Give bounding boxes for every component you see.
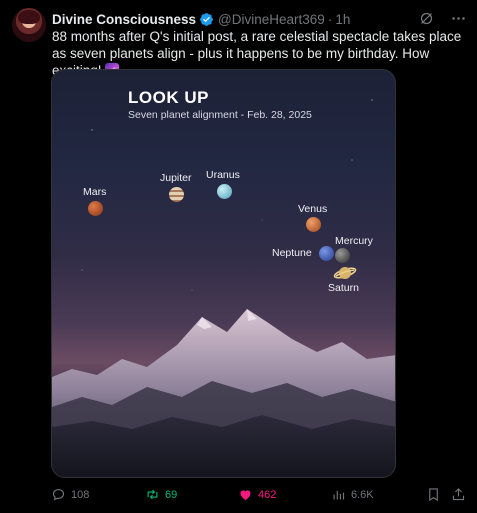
post-time[interactable]: 1h	[335, 12, 350, 27]
like-count: 462	[258, 488, 277, 501]
separator-dot: ·	[327, 11, 333, 27]
share-icon	[452, 488, 465, 501]
repost-icon	[147, 489, 158, 500]
poster-title: LOOK UP	[128, 88, 209, 107]
user-handle[interactable]: @DivineHeart369	[218, 12, 325, 27]
planet-label-mercury: Mercury	[335, 235, 373, 247]
reply-icon	[52, 488, 65, 501]
like-button[interactable]: 462	[238, 487, 276, 502]
heart-icon	[240, 490, 251, 501]
tweet-image[interactable]: LOOK UP Seven planet alignment - Feb. 28…	[51, 69, 396, 478]
repost-button[interactable]: 69	[145, 487, 177, 502]
uranus-planet-icon	[217, 184, 232, 199]
view-count: 6.6K	[351, 488, 374, 501]
neptune-planet-icon	[319, 246, 334, 261]
bookmark-button[interactable]	[426, 487, 441, 502]
planet-label-saturn: Saturn	[328, 282, 359, 294]
tweet-post: Divine Consciousness @DivineHeart369 · 1…	[0, 0, 477, 513]
header-actions	[417, 9, 467, 27]
more-options-icon[interactable]	[449, 9, 467, 27]
reply-count: 108	[71, 488, 90, 501]
grok-icon[interactable]	[417, 9, 435, 27]
poster-subtitle: Seven planet alignment - Feb. 28, 2025	[128, 109, 312, 121]
mountain-range	[52, 309, 395, 477]
planet-label-jupiter: Jupiter	[160, 172, 192, 184]
bookmark-icon	[429, 488, 438, 502]
reply-button[interactable]: 108	[51, 487, 89, 502]
planet-label-venus: Venus	[298, 203, 328, 215]
venus-planet-icon	[306, 217, 321, 232]
analytics-icon	[333, 490, 345, 500]
mars-planet-icon	[88, 201, 103, 216]
saturn-planet-icon	[333, 263, 357, 283]
share-button[interactable]	[451, 487, 466, 502]
display-name[interactable]: Divine Consciousness	[52, 12, 196, 27]
repost-count: 69	[165, 488, 178, 501]
planet-label-neptune: Neptune	[272, 247, 312, 259]
tweet-header: Divine Consciousness @DivineHeart369 · 1…	[52, 10, 350, 28]
planet-label-uranus: Uranus	[206, 169, 240, 181]
action-bar: 108 69 462 6.6K	[0, 487, 477, 505]
avatar[interactable]	[12, 8, 46, 42]
jupiter-planet-icon	[169, 187, 184, 202]
planet-label-mars: Mars	[83, 186, 107, 198]
views-button[interactable]: 6.6K	[331, 487, 374, 502]
mercury-planet-icon	[335, 248, 350, 263]
verified-badge-icon	[199, 12, 214, 27]
